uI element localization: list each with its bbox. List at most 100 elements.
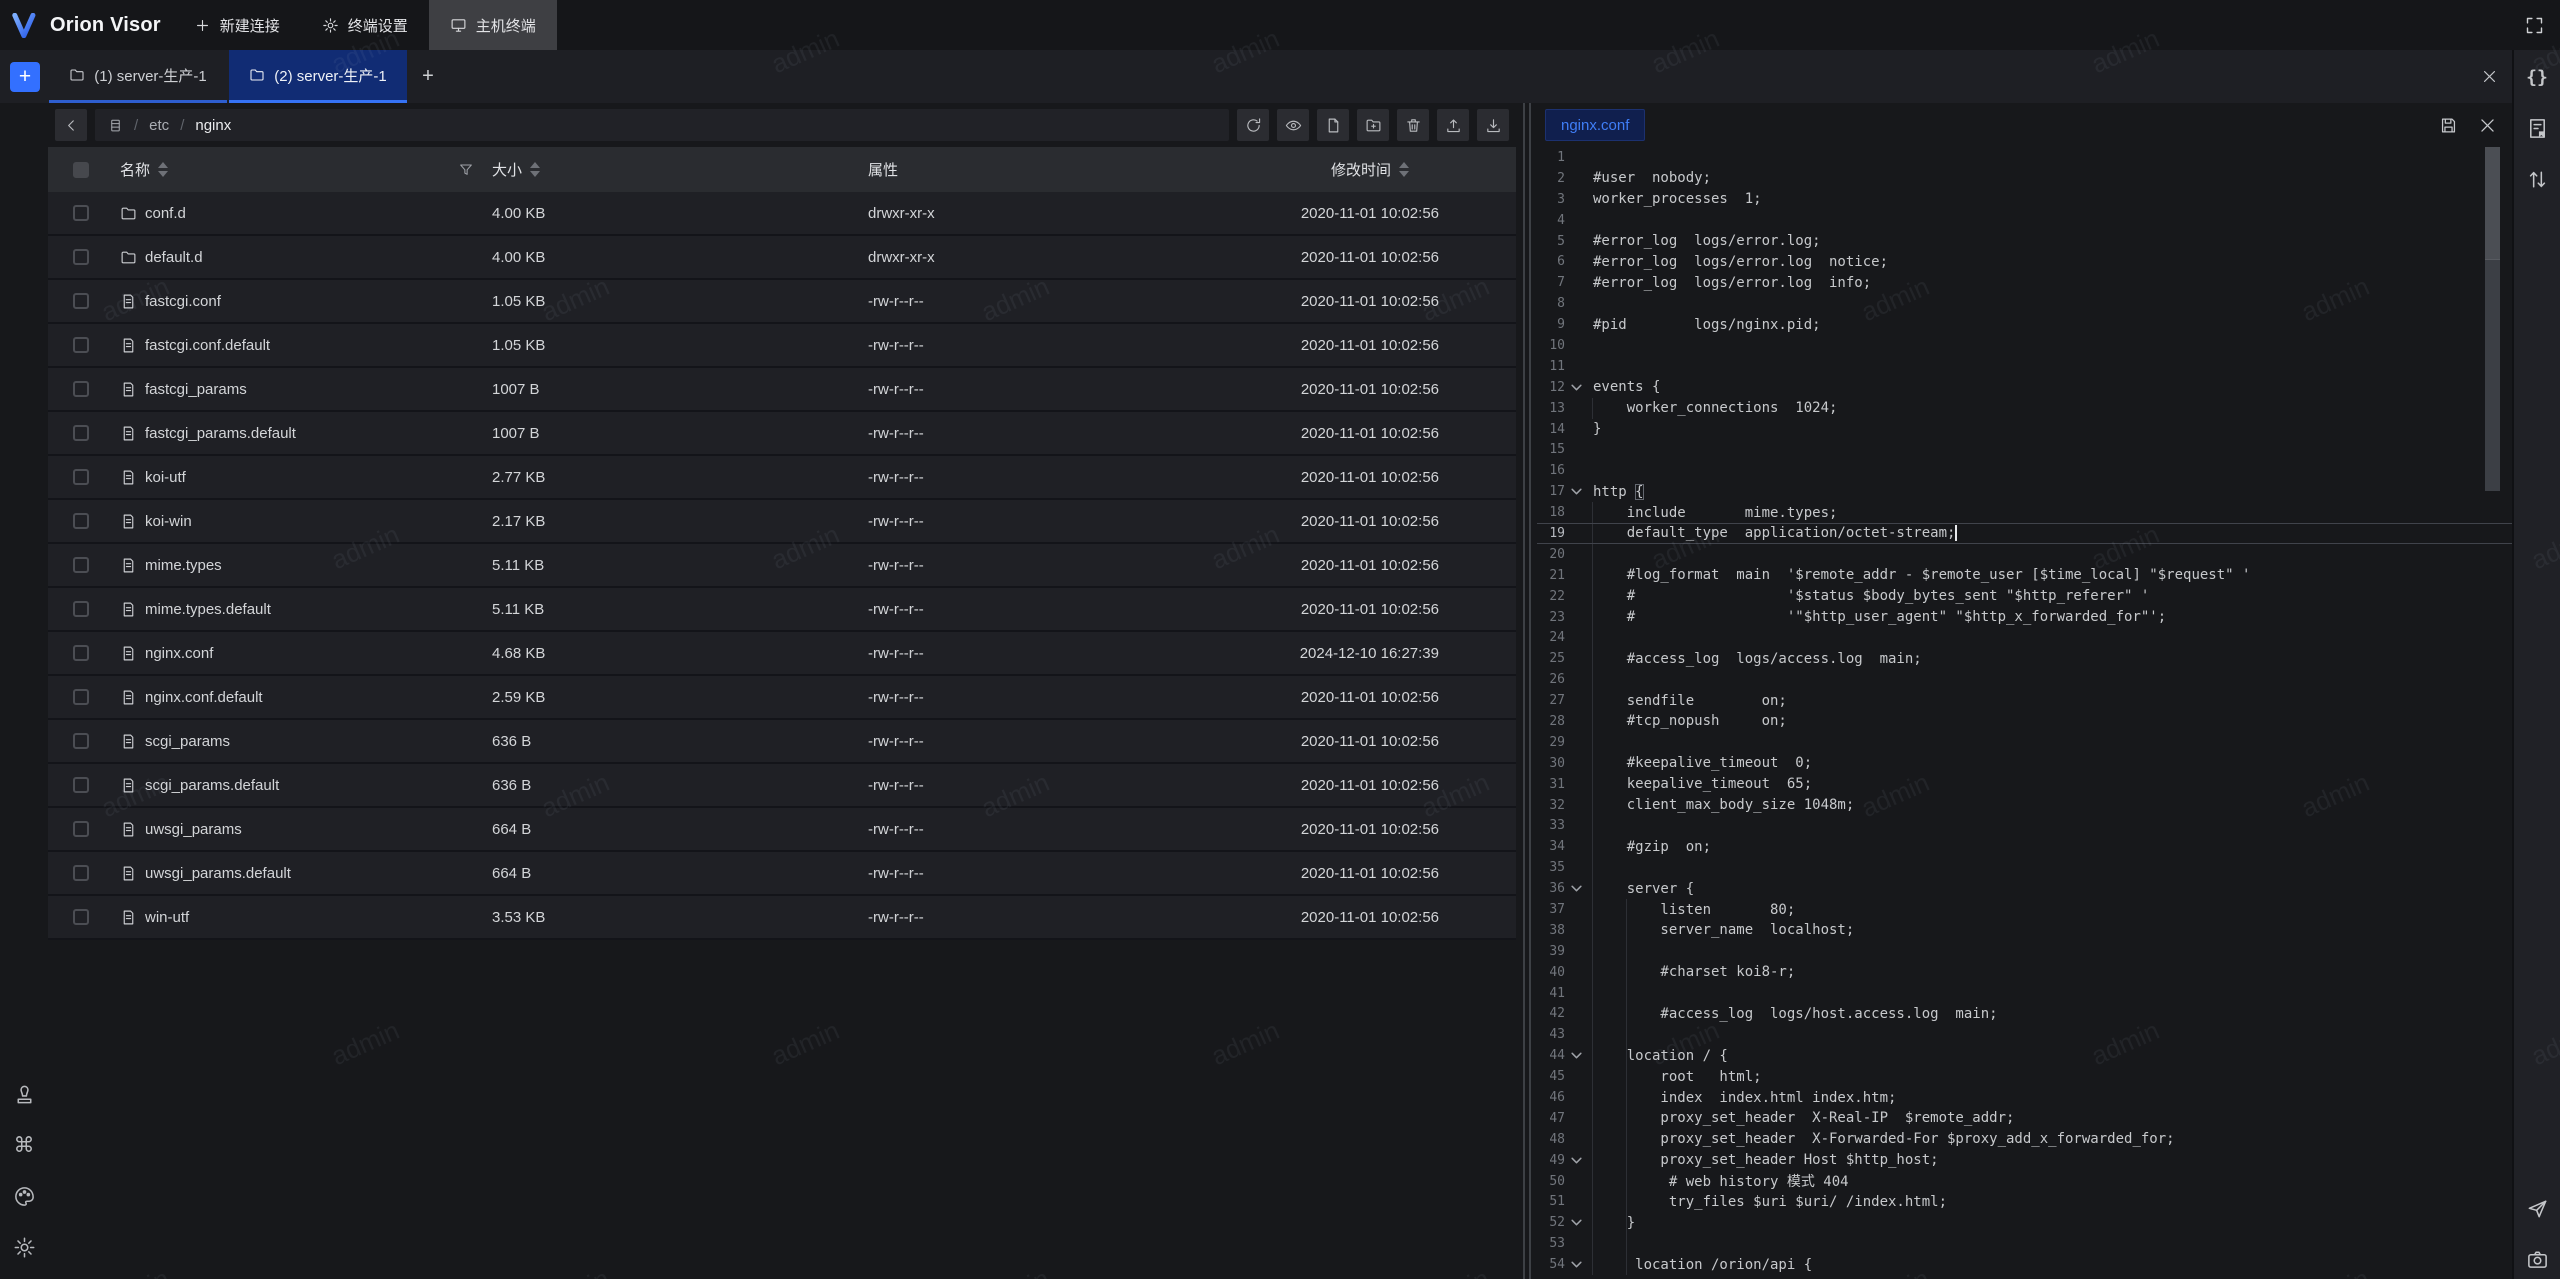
code-line-30[interactable]: 30 #keepalive_timeout 0; xyxy=(1537,753,2512,774)
gutter-fold[interactable] xyxy=(1565,381,1587,394)
menu-new-connection[interactable]: 新建连接 xyxy=(173,0,301,50)
row-checkbox[interactable] xyxy=(73,368,89,410)
code-line-24[interactable]: 24 xyxy=(1537,627,2512,648)
file-name-cell[interactable]: scgi_params.default xyxy=(120,764,279,806)
code-line-6[interactable]: 6#error_log logs/error.log notice; xyxy=(1537,251,2512,272)
code-line-33[interactable]: 33 xyxy=(1537,816,2512,837)
file-row-mime.types[interactable]: mime.types5.11 KB-rw-r--r--2020-11-01 10… xyxy=(48,544,1516,588)
file-name-cell[interactable]: win-utf xyxy=(120,896,189,938)
file-name-cell[interactable]: fastcgi.conf xyxy=(120,280,221,322)
file-name-cell[interactable]: nginx.conf.default xyxy=(120,676,263,718)
code-line-15[interactable]: 15 xyxy=(1537,439,2512,460)
column-header-name[interactable]: 名称 xyxy=(120,147,168,192)
new-folder-button[interactable] xyxy=(1357,109,1389,141)
gutter-fold[interactable] xyxy=(1565,1049,1587,1062)
code-line-4[interactable]: 4 xyxy=(1537,210,2512,231)
editor-scrollbar[interactable] xyxy=(2485,147,2500,491)
file-row-fastcgi.conf[interactable]: fastcgi.conf1.05 KB-rw-r--r--2020-11-01 … xyxy=(48,280,1516,324)
code-line-9[interactable]: 9#pid logs/nginx.pid; xyxy=(1537,314,2512,335)
file-row-win-utf[interactable]: win-utf3.53 KB-rw-r--r--2020-11-01 10:02… xyxy=(48,896,1516,940)
theme-palette-button[interactable] xyxy=(10,1182,38,1210)
row-checkbox[interactable] xyxy=(73,896,89,938)
code-line-20[interactable]: 20 xyxy=(1537,544,2512,565)
code-line-19[interactable]: 19 default_type application/octet-stream… xyxy=(1537,523,2512,544)
code-line-29[interactable]: 29 xyxy=(1537,732,2512,753)
breadcrumb-segment-etc[interactable]: etc xyxy=(149,117,169,134)
file-row-mime.types.default[interactable]: mime.types.default5.11 KB-rw-r--r--2020-… xyxy=(48,588,1516,632)
path-breadcrumb[interactable]: / etc / nginx xyxy=(95,109,1229,141)
gutter-fold[interactable] xyxy=(1565,882,1587,895)
code-line-1[interactable]: 1 xyxy=(1537,147,2512,168)
file-name-cell[interactable]: fastcgi.conf.default xyxy=(120,324,270,366)
file-row-uwsgi_params[interactable]: uwsgi_params664 B-rw-r--r--2020-11-01 10… xyxy=(48,808,1516,852)
upload-button[interactable] xyxy=(1437,109,1469,141)
file-name-cell[interactable]: nginx.conf xyxy=(120,632,213,674)
code-line-37[interactable]: 37 listen 80; xyxy=(1537,899,2512,920)
panel-splitter[interactable] xyxy=(1516,103,1537,1279)
transfer-list-button[interactable] xyxy=(2523,165,2551,193)
gutter-fold[interactable] xyxy=(1565,485,1587,498)
code-line-16[interactable]: 16 xyxy=(1537,460,2512,481)
send-command-button[interactable] xyxy=(2523,1194,2551,1222)
code-line-47[interactable]: 47 proxy_set_header X-Real-IP $remote_ad… xyxy=(1537,1108,2512,1129)
code-line-39[interactable]: 39 xyxy=(1537,941,2512,962)
code-line-27[interactable]: 27 sendfile on; xyxy=(1537,690,2512,711)
row-checkbox[interactable] xyxy=(73,236,89,278)
code-line-11[interactable]: 11 xyxy=(1537,356,2512,377)
code-line-31[interactable]: 31 keepalive_timeout 65; xyxy=(1537,774,2512,795)
refresh-button[interactable] xyxy=(1237,109,1269,141)
file-name-cell[interactable]: koi-utf xyxy=(120,456,186,498)
toggle-hidden-files-button[interactable] xyxy=(1277,109,1309,141)
code-line-48[interactable]: 48 proxy_set_header X-Forwarded-For $pro… xyxy=(1537,1129,2512,1150)
row-checkbox[interactable] xyxy=(73,324,89,366)
file-name-cell[interactable]: scgi_params xyxy=(120,720,230,762)
fold-chevron-icon[interactable] xyxy=(1570,882,1583,895)
row-checkbox[interactable] xyxy=(73,632,89,674)
menu-host-terminal[interactable]: 主机终端 xyxy=(429,0,557,50)
file-name-cell[interactable]: default.d xyxy=(120,236,203,278)
new-file-button[interactable] xyxy=(1317,109,1349,141)
code-line-21[interactable]: 21 #log_format main '$remote_addr - $rem… xyxy=(1537,565,2512,586)
file-row-koi-win[interactable]: koi-win2.17 KB-rw-r--r--2020-11-01 10:02… xyxy=(48,500,1516,544)
screenshot-button[interactable] xyxy=(2523,1245,2551,1273)
add-tab-button[interactable]: + xyxy=(407,50,449,103)
column-header-size[interactable]: 大小 xyxy=(492,147,540,192)
code-line-17[interactable]: 17http { xyxy=(1537,481,2512,502)
fold-chevron-icon[interactable] xyxy=(1570,1216,1583,1229)
file-row-scgi_params[interactable]: scgi_params636 B-rw-r--r--2020-11-01 10:… xyxy=(48,720,1516,764)
file-name-cell[interactable]: fastcgi_params.default xyxy=(120,412,296,454)
code-line-50[interactable]: 50 # web history 模式 404 xyxy=(1537,1171,2512,1192)
code-line-40[interactable]: 40 #charset koi8-r; xyxy=(1537,962,2512,983)
command-bookmark-button[interactable] xyxy=(2523,114,2551,142)
command-shortcuts-button[interactable]: ⌘ xyxy=(10,1131,38,1159)
code-line-18[interactable]: 18 include mime.types; xyxy=(1537,502,2512,523)
code-line-23[interactable]: 23 # '"$http_user_agent" "$http_x_forwar… xyxy=(1537,607,2512,628)
file-name-cell[interactable]: koi-win xyxy=(120,500,192,542)
row-checkbox[interactable] xyxy=(73,500,89,542)
code-line-51[interactable]: 51 try_files $uri $uri/ /index.html; xyxy=(1537,1192,2512,1213)
code-line-12[interactable]: 12events { xyxy=(1537,377,2512,398)
code-line-52[interactable]: 52 } xyxy=(1537,1212,2512,1233)
code-line-3[interactable]: 3worker_processes 1; xyxy=(1537,189,2512,210)
tab-server-1[interactable]: (1) server-生产-1 xyxy=(49,50,227,103)
row-checkbox[interactable] xyxy=(73,720,89,762)
file-row-scgi_params.default[interactable]: scgi_params.default636 B-rw-r--r--2020-1… xyxy=(48,764,1516,808)
code-line-13[interactable]: 13 worker_connections 1024; xyxy=(1537,398,2512,419)
tab-server-2[interactable]: (2) server-生产-1 xyxy=(229,50,407,103)
sort-icon[interactable] xyxy=(530,162,540,177)
file-name-cell[interactable]: uwsgi_params xyxy=(120,808,242,850)
new-connection-button[interactable]: + xyxy=(10,62,40,92)
code-line-36[interactable]: 36 server { xyxy=(1537,878,2512,899)
code-line-53[interactable]: 53 xyxy=(1537,1233,2512,1254)
open-file-tag[interactable]: nginx.conf xyxy=(1545,109,1645,141)
stamp-seal-button[interactable] xyxy=(10,1080,38,1108)
code-line-49[interactable]: 49 proxy_set_header Host $http_host; xyxy=(1537,1150,2512,1171)
code-line-5[interactable]: 5#error_log logs/error.log; xyxy=(1537,231,2512,252)
file-row-koi-utf[interactable]: koi-utf2.77 KB-rw-r--r--2020-11-01 10:02… xyxy=(48,456,1516,500)
code-line-25[interactable]: 25 #access_log logs/access.log main; xyxy=(1537,648,2512,669)
fold-chevron-icon[interactable] xyxy=(1570,381,1583,394)
code-line-10[interactable]: 10 xyxy=(1537,335,2512,356)
save-file-button[interactable] xyxy=(2439,116,2458,135)
row-checkbox[interactable] xyxy=(73,588,89,630)
row-checkbox[interactable] xyxy=(73,544,89,586)
